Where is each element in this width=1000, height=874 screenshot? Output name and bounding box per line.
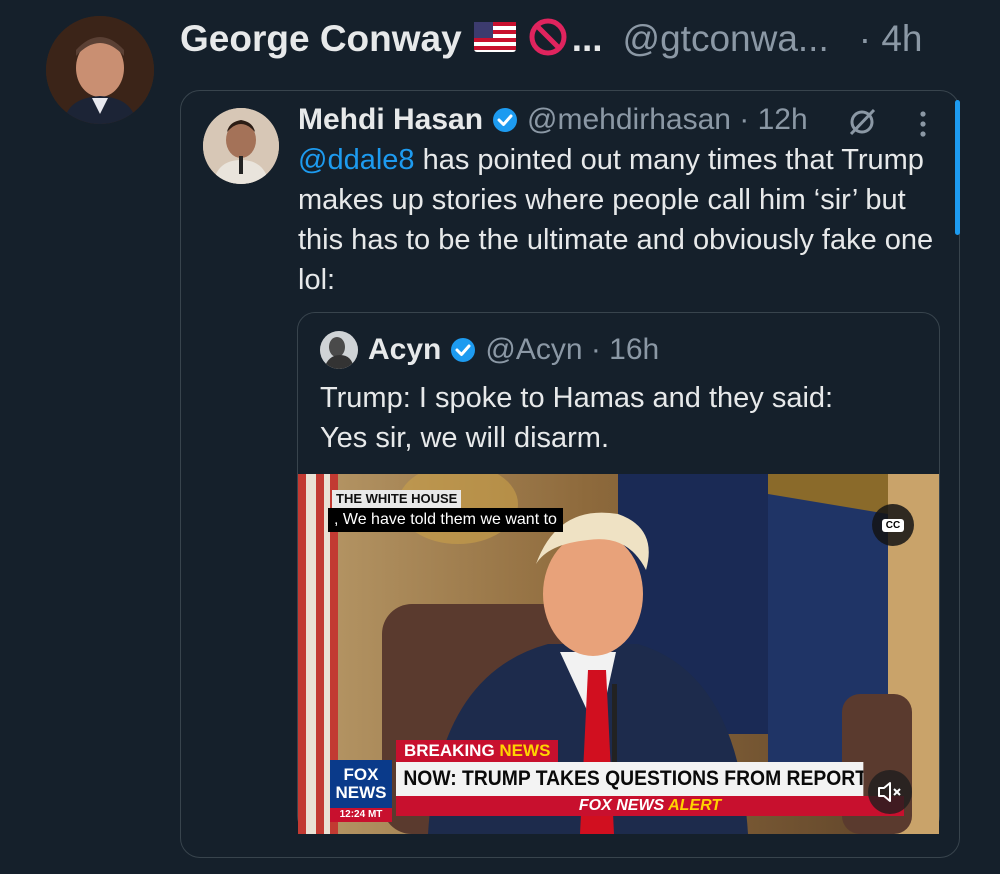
nested-tweet-header: Acyn @Acyn · 16h — [320, 330, 659, 370]
more-options-icon[interactable] — [912, 108, 934, 140]
fox-alert-bar: FOX NEWS ALERT — [396, 796, 904, 816]
verified-badge-icon — [449, 336, 477, 364]
quoted-tweet-text: @ddale8 has pointed out many times that … — [298, 140, 948, 300]
fox-logo-line-1: FOX — [343, 765, 379, 784]
fox-logo-line-2: NEWS — [335, 783, 387, 802]
video-player[interactable]: THE WHITE HOUSE , We have told them we w… — [298, 474, 939, 834]
quoted-author-avatar[interactable] — [203, 108, 279, 184]
quoted-tweet-header: Mehdi Hasan @mehdirhasan · 12h — [298, 100, 808, 140]
cc-icon: CC — [881, 518, 905, 532]
nested-author-avatar[interactable] — [320, 331, 358, 369]
location-tag: THE WHITE HOUSE — [332, 490, 462, 508]
no-entry-sign-icon — [528, 17, 568, 62]
closed-captions-button[interactable]: CC — [872, 504, 914, 546]
breaking-text: BREAKING — [404, 741, 495, 760]
alert-brand: FOX NEWS — [578, 797, 665, 814]
mention-link[interactable]: @ddale8 — [298, 144, 415, 176]
news-text: NEWS — [499, 741, 551, 760]
nested-text-line-2: Yes sir, we will disarm. — [320, 422, 610, 454]
flag-us-icon — [473, 21, 516, 57]
speaker-muted-icon — [878, 782, 901, 802]
fox-news-logo: FOX NEWS 12:24 MT — [330, 760, 392, 822]
verified-badge-icon — [491, 106, 519, 134]
nested-author-name[interactable]: Acyn — [368, 333, 441, 367]
alert-label: ALERT — [668, 797, 722, 814]
breaking-news-banner: BREAKING NEWS — [396, 740, 559, 762]
broadcast-time: 12:24 MT — [330, 808, 392, 822]
author-handle[interactable]: @gtconwa... — [623, 18, 829, 60]
nested-text-line-1: Trump: I spoke to Hamas and they said: — [320, 382, 834, 414]
tweet-time[interactable]: · 4h — [859, 18, 923, 60]
nested-handle-time[interactable]: @Acyn · 16h — [485, 333, 659, 367]
author-name[interactable]: George Conway — [180, 18, 462, 60]
grok-icon[interactable] — [846, 106, 878, 138]
video-caption: , We have told them we want to — [328, 508, 563, 532]
quoted-author-name[interactable]: Mehdi Hasan — [298, 103, 483, 137]
chyron-headline: NOW: TRUMP TAKES QUESTIONS FROM REPORTER… — [396, 762, 864, 796]
mute-button[interactable] — [868, 770, 912, 814]
nested-tweet-text: Trump: I spoke to Hamas and they said: Y… — [320, 378, 920, 458]
name-ellipsis: ... — [571, 18, 603, 59]
quoted-handle-time[interactable]: @mehdirhasan · 12h — [527, 103, 808, 137]
scrollbar-thumb[interactable] — [955, 100, 960, 235]
tweet-header: George Conway ... @gtconwa... · 4h — [180, 14, 970, 64]
author-avatar[interactable] — [46, 16, 154, 124]
